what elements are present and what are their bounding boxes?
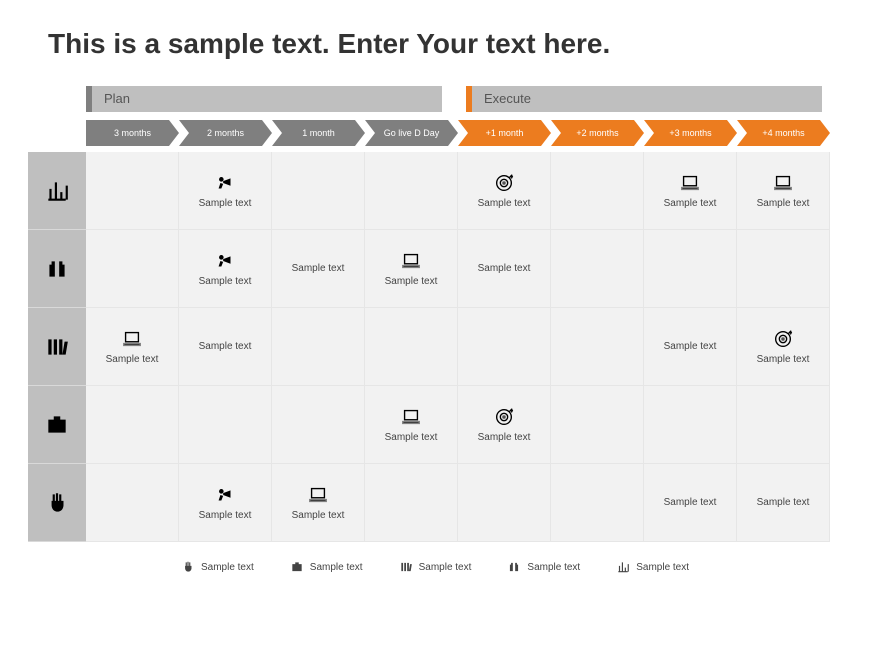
grid-cell xyxy=(551,230,644,308)
grid-cell xyxy=(644,230,737,308)
grid-cell xyxy=(551,308,644,386)
grid-cell xyxy=(86,386,179,464)
grid-cell: Sample text xyxy=(86,308,179,386)
grid-cell: Sample text xyxy=(644,152,737,230)
grid-cell xyxy=(551,152,644,230)
grid-cell xyxy=(365,152,458,230)
grid-cell xyxy=(458,464,551,542)
legend-chart: Sample text xyxy=(616,560,689,574)
legend-binoculars: Sample text xyxy=(507,560,580,574)
grid-cell xyxy=(86,152,179,230)
grid-cell: Sample text xyxy=(458,152,551,230)
plan-label: Plan xyxy=(92,86,442,112)
grid-cell xyxy=(272,152,365,230)
grid-cell xyxy=(737,386,830,464)
page-title: This is a sample text. Enter Your text h… xyxy=(0,0,870,60)
grid-cell xyxy=(272,308,365,386)
grid-cell xyxy=(365,464,458,542)
grid-cell: Sample text xyxy=(737,464,830,542)
grid-cell: Sample text xyxy=(737,152,830,230)
row-icon-binoculars xyxy=(28,230,86,308)
legend: Sample text Sample text Sample text Samp… xyxy=(0,560,870,574)
grid-cell: Sample text xyxy=(179,230,272,308)
phase-plan: Plan xyxy=(86,86,442,112)
timeline-step: Go live D Day xyxy=(365,120,458,146)
megaphone-icon xyxy=(214,484,236,506)
grid-cell xyxy=(458,308,551,386)
grid-cell xyxy=(737,230,830,308)
row-icon-briefcase xyxy=(28,386,86,464)
grid-cell: Sample text xyxy=(272,230,365,308)
timeline-step: +2 months xyxy=(551,120,644,146)
phase-headers: Plan Execute xyxy=(86,86,870,112)
grid-cell xyxy=(644,386,737,464)
grid-cell xyxy=(86,230,179,308)
laptop-icon xyxy=(121,328,143,350)
grid-cell: Sample text xyxy=(737,308,830,386)
timeline-arrows: 3 months 2 months 1 month Go live D Day … xyxy=(86,120,870,146)
grid-cell: Sample text xyxy=(644,308,737,386)
timeline-step: +1 month xyxy=(458,120,551,146)
timeline-step: +4 months xyxy=(737,120,830,146)
laptop-icon xyxy=(307,484,329,506)
grid-cell xyxy=(551,386,644,464)
grid-cell: Sample text xyxy=(458,230,551,308)
target-icon xyxy=(493,406,515,428)
row-icon-chart xyxy=(28,152,86,230)
grid-cell xyxy=(365,308,458,386)
grid-cell: Sample text xyxy=(272,464,365,542)
timeline-step: 1 month xyxy=(272,120,365,146)
grid-cell xyxy=(179,386,272,464)
row-icon-fist xyxy=(28,464,86,542)
timeline-step: +3 months xyxy=(644,120,737,146)
grid-cell: Sample text xyxy=(365,230,458,308)
activity-grid: Sample text Sample text Sample text Samp… xyxy=(28,152,870,542)
megaphone-icon xyxy=(214,172,236,194)
row-icon-books xyxy=(28,308,86,386)
grid-cell xyxy=(551,464,644,542)
grid-cell: Sample text xyxy=(179,464,272,542)
grid-cell: Sample text xyxy=(179,152,272,230)
grid-cell xyxy=(86,464,179,542)
grid-cell: Sample text xyxy=(365,386,458,464)
timeline-step: 3 months xyxy=(86,120,179,146)
laptop-icon xyxy=(400,406,422,428)
legend-briefcase: Sample text xyxy=(290,560,363,574)
target-icon xyxy=(493,172,515,194)
target-icon xyxy=(772,328,794,350)
timeline-step: 2 months xyxy=(179,120,272,146)
laptop-icon xyxy=(772,172,794,194)
execute-label: Execute xyxy=(472,86,822,112)
grid-cell: Sample text xyxy=(644,464,737,542)
legend-fist: Sample text xyxy=(181,560,254,574)
laptop-icon xyxy=(400,250,422,272)
grid-cell: Sample text xyxy=(179,308,272,386)
grid-cell xyxy=(272,386,365,464)
laptop-icon xyxy=(679,172,701,194)
megaphone-icon xyxy=(214,250,236,272)
grid-cell: Sample text xyxy=(458,386,551,464)
legend-books: Sample text xyxy=(399,560,472,574)
phase-execute: Execute xyxy=(466,86,822,112)
